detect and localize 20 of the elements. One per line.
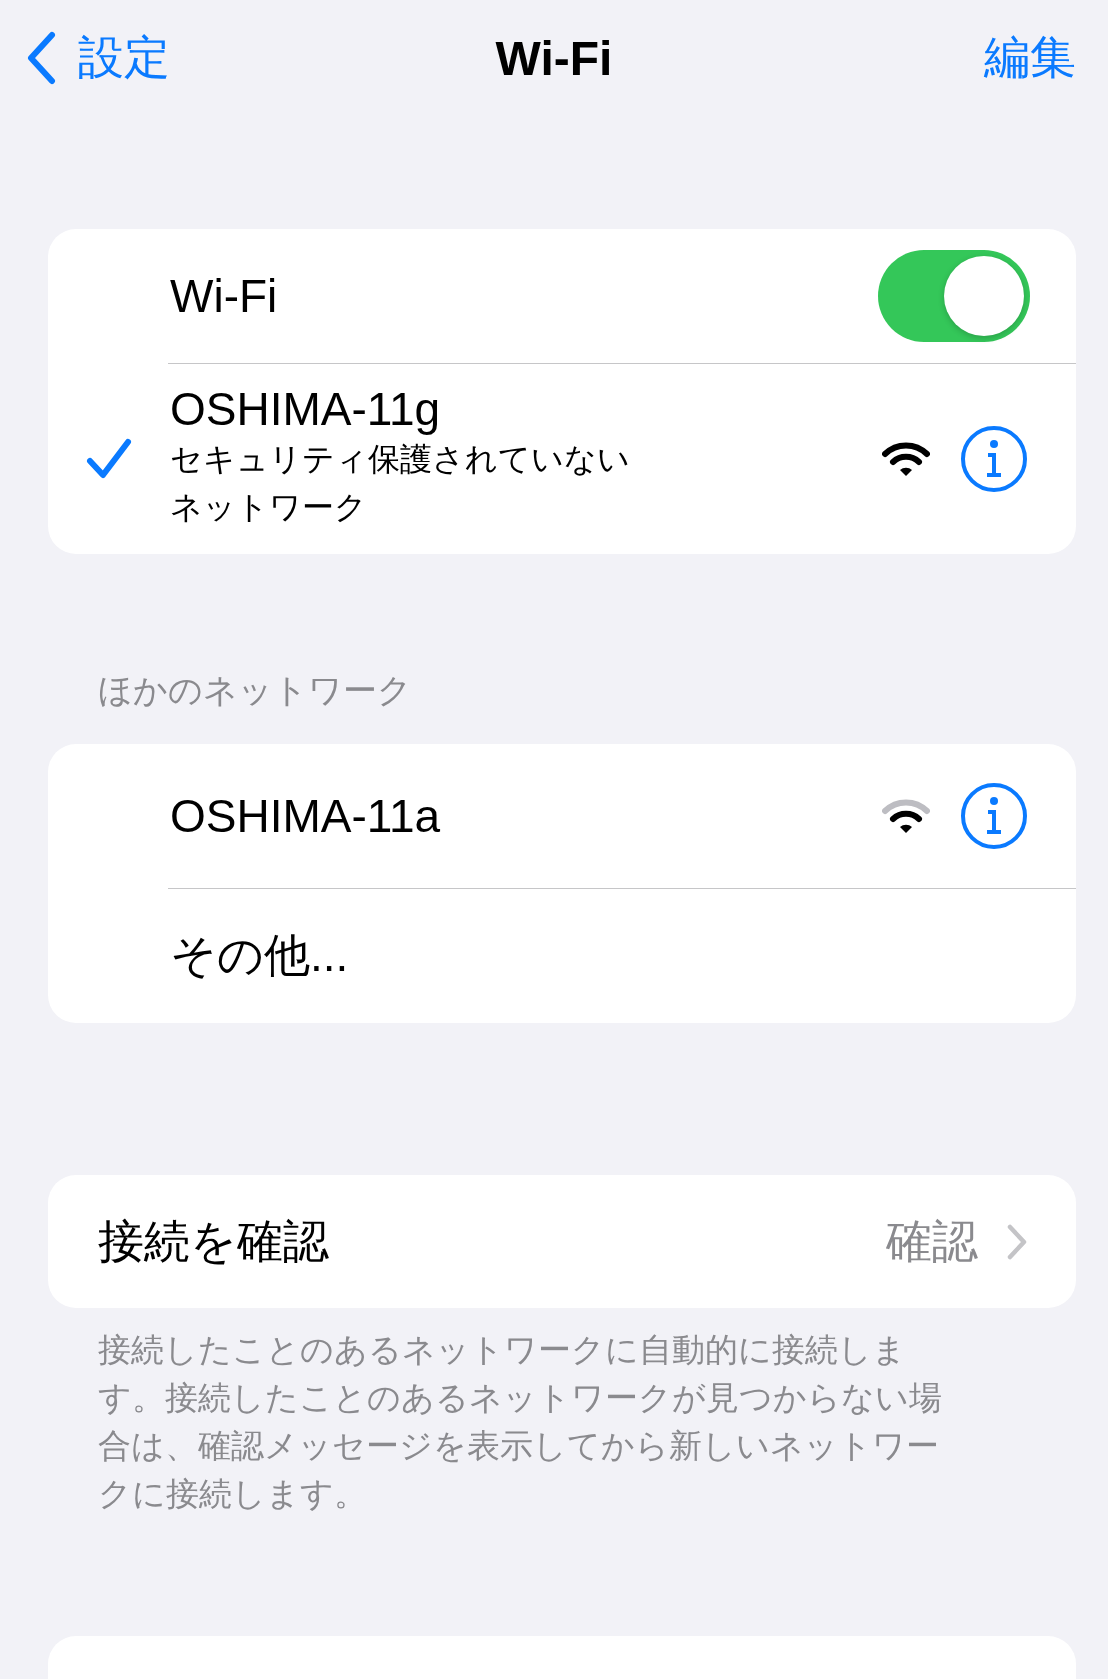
footer-note: 接続したことのあるネットワークに自動的に接続します。接続したことのあるネットワークが見つからない場合は、確認メッセージを表示してから新しいネットワークに接続します。 xyxy=(98,1330,943,1514)
section-header: ほかのネットワーク xyxy=(98,670,413,711)
wifi-label: Wi-Fi xyxy=(170,269,278,323)
info-icon[interactable] xyxy=(960,425,1028,493)
setting-value: 確認 xyxy=(886,1213,978,1269)
ask-to-join-row[interactable]: 接続を確認 確認 xyxy=(48,1175,1076,1308)
edit-button[interactable]: 編集 xyxy=(984,27,1076,89)
window-title: Wi-Fi xyxy=(495,30,613,86)
setting-label: 接続を確認 xyxy=(98,1213,329,1269)
other-network-label: その他... xyxy=(170,928,349,983)
chevron-right-icon xyxy=(1006,1223,1028,1260)
info-icon[interactable] xyxy=(960,782,1028,850)
other-network-row[interactable]: その他... xyxy=(48,889,1076,1023)
network-row[interactable]: OSHIMA-11a xyxy=(48,744,1076,888)
network-row[interactable]: OSHIMA-11g セキュリティ保護されていないネットワーク xyxy=(48,364,1076,554)
chevron-left-icon xyxy=(26,31,56,85)
network-status: セキュリティ保護されていないネットワーク xyxy=(170,440,631,527)
network-name: OSHIMA-11a xyxy=(170,789,441,843)
network-name: OSHIMA-11g xyxy=(170,383,442,435)
back-button[interactable]: 設定 xyxy=(26,27,170,89)
